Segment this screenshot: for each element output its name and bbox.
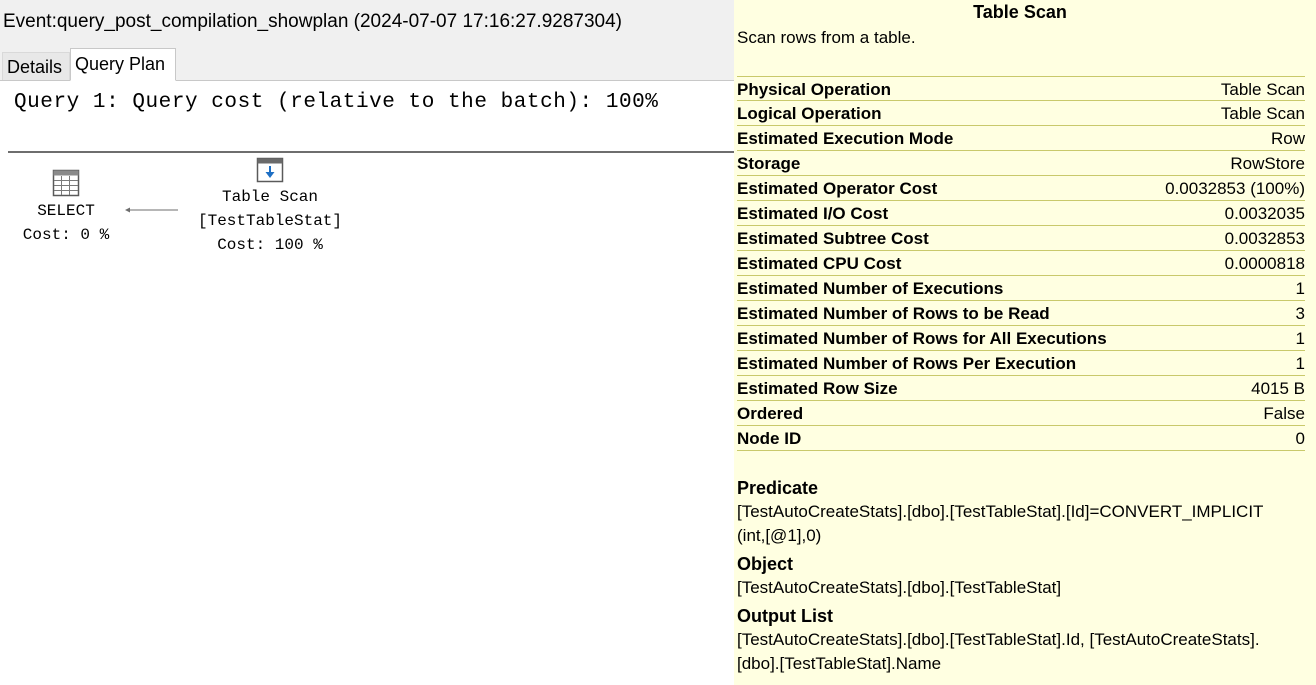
predicate-label: Predicate bbox=[737, 478, 819, 498]
property-name: Ordered bbox=[737, 404, 804, 423]
table-scan-node-cost: Cost: 100 % bbox=[217, 236, 323, 254]
table-scan-node[interactable]: Table Scan [TestTableStat] Cost: 100 % bbox=[182, 157, 358, 257]
property-name: Estimated Number of Rows Per Execution bbox=[737, 354, 1077, 373]
property-value: 4015 B bbox=[1251, 379, 1305, 398]
property-value: 0.0032853 bbox=[1224, 229, 1305, 248]
predicate-section: Predicate [TestAutoCreateStats].[dbo].[T… bbox=[737, 476, 1307, 548]
query-plan-area[interactable]: Query 1: Query cost (relative to the bat… bbox=[0, 81, 734, 685]
table-scan-node-object: [TestTableStat] bbox=[197, 212, 343, 230]
select-node-name: SELECT bbox=[37, 202, 95, 220]
properties-table: Physical Operation Table Scan Logical Op… bbox=[737, 76, 1305, 451]
operator-title: Table Scan bbox=[973, 2, 1067, 22]
property-value: Table Scan bbox=[1220, 104, 1305, 123]
event-title: Event:query_post_compilation_showplan (2… bbox=[3, 11, 622, 32]
property-name: Estimated Operator Cost bbox=[737, 179, 938, 198]
query-cost-header: Query 1: Query cost (relative to the bat… bbox=[14, 91, 659, 114]
property-name: Estimated Row Size bbox=[737, 379, 898, 398]
property-row: Estimated Row Size 4015 B bbox=[737, 376, 1305, 401]
property-name: Node ID bbox=[737, 429, 802, 448]
select-node[interactable]: SELECT Cost: 0 % bbox=[10, 169, 122, 247]
property-row: Estimated Number of Rows to be Read 3 bbox=[737, 301, 1305, 326]
property-name: Physical Operation bbox=[737, 80, 891, 99]
plan-connector-arrow bbox=[125, 207, 178, 213]
operator-properties-tooltip: Table Scan Scan rows from a table. Physi… bbox=[734, 0, 1316, 685]
left-pane: Event:query_post_compilation_showplan (2… bbox=[0, 0, 734, 685]
select-result-icon bbox=[52, 169, 80, 197]
predicate-text-line1: [TestAutoCreateStats].[dbo].[TestTableSt… bbox=[737, 502, 1264, 521]
property-row: Estimated Execution Mode Row bbox=[737, 126, 1305, 151]
property-row: Estimated I/O Cost 0.0032035 bbox=[737, 201, 1305, 226]
property-value: 1 bbox=[1295, 354, 1305, 373]
predicate-text-line2: (int,[@1],0) bbox=[737, 526, 822, 545]
property-name: Estimated Execution Mode bbox=[737, 129, 954, 148]
object-label: Object bbox=[737, 554, 794, 574]
property-value: RowStore bbox=[1230, 154, 1305, 173]
property-name: Storage bbox=[737, 154, 801, 173]
property-value: 0.0032035 bbox=[1224, 204, 1305, 223]
property-value: 0.0000818 bbox=[1224, 254, 1305, 273]
select-node-cost: Cost: 0 % bbox=[22, 226, 110, 244]
operator-description: Scan rows from a table. bbox=[737, 28, 916, 47]
property-row: Storage RowStore bbox=[737, 151, 1305, 176]
object-section: Object [TestAutoCreateStats].[dbo].[Test… bbox=[737, 552, 1307, 600]
property-value: 0.0032853 (100%) bbox=[1165, 179, 1305, 198]
object-text: [TestAutoCreateStats].[dbo].[TestTableSt… bbox=[737, 578, 1062, 597]
property-name: Estimated I/O Cost bbox=[737, 204, 889, 223]
property-value: Row bbox=[1270, 129, 1305, 148]
table-scan-node-name: Table Scan bbox=[221, 188, 318, 206]
property-value: 1 bbox=[1295, 329, 1305, 348]
property-row: Estimated Number of Rows Per Execution 1 bbox=[737, 351, 1305, 376]
property-row: Estimated Number of Rows for All Executi… bbox=[737, 326, 1305, 351]
property-name: Logical Operation bbox=[737, 104, 882, 123]
property-row: Estimated Subtree Cost 0.0032853 bbox=[737, 226, 1305, 251]
property-row: Estimated CPU Cost 0.0000818 bbox=[737, 251, 1305, 276]
tab-details[interactable]: Details bbox=[2, 52, 70, 80]
property-row: Estimated Number of Executions 1 bbox=[737, 276, 1305, 301]
output-list-section: Output List [TestAutoCreateStats].[dbo].… bbox=[737, 604, 1307, 676]
property-value: Table Scan bbox=[1220, 80, 1305, 99]
property-value: 0 bbox=[1295, 429, 1305, 448]
property-name: Estimated Subtree Cost bbox=[737, 229, 929, 248]
output-list-text-line2: [dbo].[TestTableStat].Name bbox=[737, 654, 942, 673]
plan-divider bbox=[8, 151, 734, 153]
property-row: Logical Operation Table Scan bbox=[737, 101, 1305, 126]
property-name: Estimated Number of Rows for All Executi… bbox=[737, 329, 1107, 348]
table-scan-icon bbox=[256, 157, 284, 183]
property-name: Estimated Number of Executions bbox=[737, 279, 1004, 298]
property-row: Node ID 0 bbox=[737, 426, 1305, 451]
property-row: Physical Operation Table Scan bbox=[737, 76, 1305, 101]
tab-strip: Details Query Plan bbox=[0, 46, 734, 81]
property-row: Ordered False bbox=[737, 401, 1305, 426]
tab-query-plan[interactable]: Query Plan bbox=[70, 48, 176, 81]
property-name: Estimated CPU Cost bbox=[737, 254, 902, 273]
output-list-text-line1: [TestAutoCreateStats].[dbo].[TestTableSt… bbox=[737, 630, 1260, 649]
output-list-label: Output List bbox=[737, 606, 833, 626]
property-value: False bbox=[1263, 404, 1305, 423]
property-value: 1 bbox=[1295, 279, 1305, 298]
property-name: Estimated Number of Rows to be Read bbox=[737, 304, 1050, 323]
event-header: Event:query_post_compilation_showplan (2… bbox=[0, 0, 734, 46]
property-row: Estimated Operator Cost 0.0032853 (100%) bbox=[737, 176, 1305, 201]
property-value: 3 bbox=[1295, 304, 1305, 323]
